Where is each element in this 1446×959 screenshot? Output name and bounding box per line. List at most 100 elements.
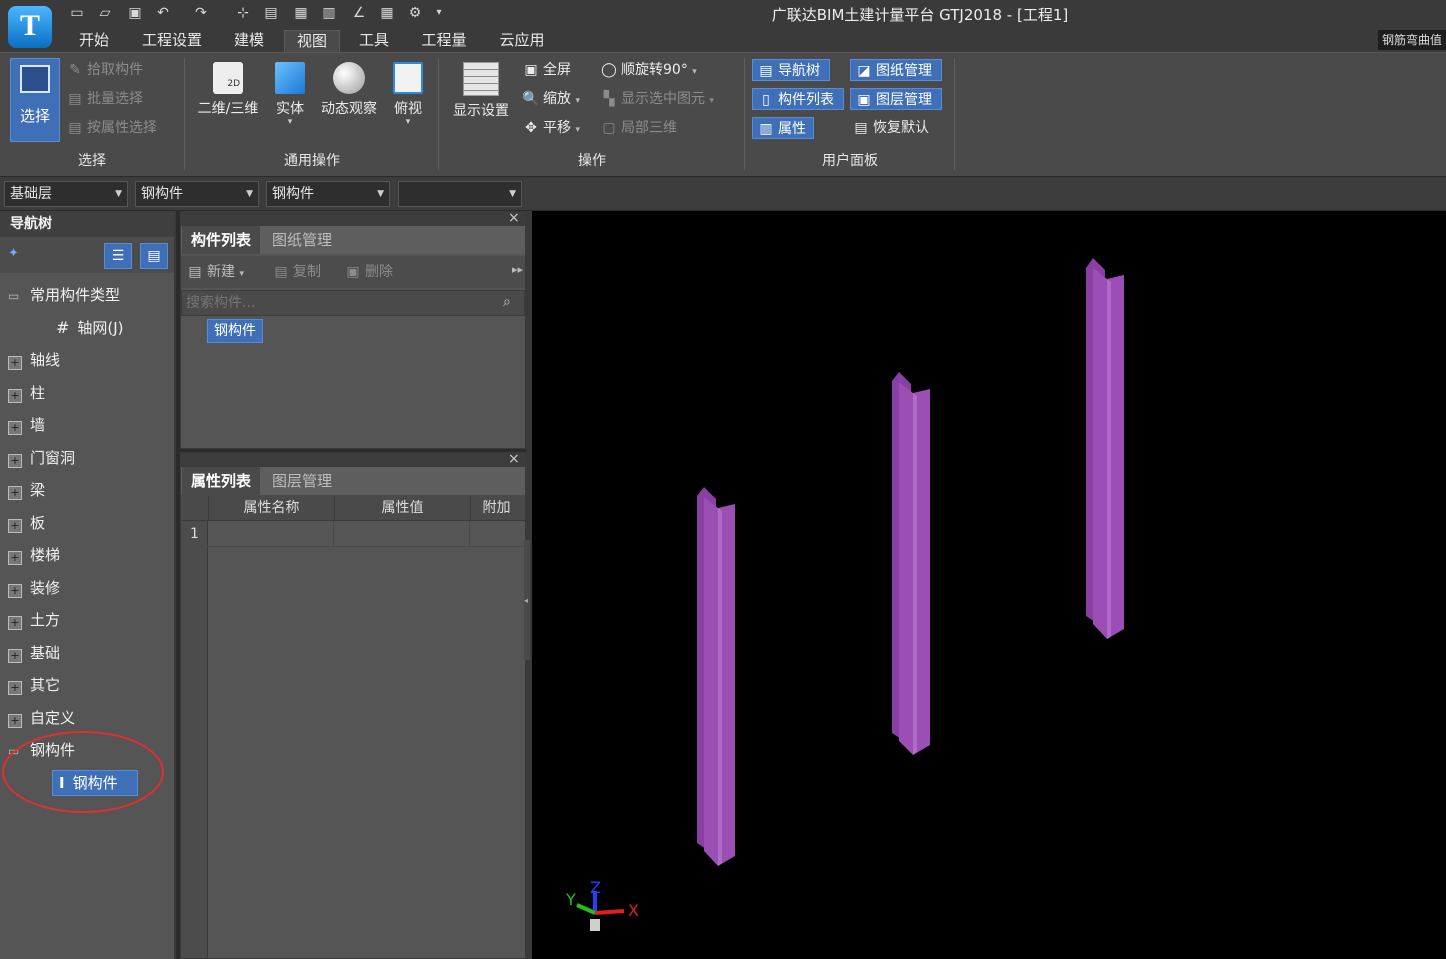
table-icon[interactable]: ▦ bbox=[378, 4, 396, 22]
properties-toggle[interactable]: ▥ 属性 bbox=[752, 117, 814, 139]
save-icon[interactable]: ▣ bbox=[126, 4, 144, 22]
more-actions-icon[interactable]: ▸▸ bbox=[512, 263, 523, 276]
property-name-cell[interactable] bbox=[208, 521, 334, 547]
column-header-extra[interactable]: 附加 bbox=[470, 496, 522, 520]
zoom-button[interactable]: 🔍 缩放 ▾ bbox=[522, 88, 580, 110]
display-settings-button[interactable]: 显示设置 bbox=[446, 62, 516, 120]
solid-button[interactable]: 实体 ▾ bbox=[270, 62, 310, 127]
sparkle-icon[interactable]: ✦ bbox=[8, 246, 19, 261]
drawing-manager-toggle[interactable]: ◪ 图纸管理 bbox=[850, 59, 942, 81]
pick-component-button[interactable]: ✎ 拾取构件 bbox=[66, 59, 143, 81]
pen-icon[interactable]: ∠ bbox=[350, 4, 368, 22]
rotate-90-button[interactable]: ◯ 顺旋转90° ▾ bbox=[600, 59, 697, 81]
tab-view[interactable]: 视图 bbox=[284, 30, 340, 52]
steel-member-1[interactable] bbox=[697, 487, 735, 866]
tree-item-custom[interactable]: + 自定义 bbox=[8, 705, 75, 731]
panel-view-icon[interactable]: ▤ bbox=[140, 243, 168, 269]
tab-modeling[interactable]: 建模 bbox=[224, 30, 274, 52]
redo-icon[interactable]: ↷ bbox=[192, 4, 210, 22]
copy-component-button[interactable]: ▤ 复制 bbox=[272, 261, 321, 283]
tree-item-slab[interactable]: + 板 bbox=[8, 510, 45, 536]
tab-project-settings[interactable]: 工程设置 bbox=[134, 30, 210, 52]
search-icon[interactable]: ⌕ bbox=[503, 294, 511, 310]
axis-gizmo bbox=[576, 891, 625, 931]
settings-icon[interactable]: ⚙ bbox=[406, 4, 424, 22]
component-select[interactable]: 钢构件 ▼ bbox=[266, 181, 390, 207]
tree-item-stair[interactable]: + 楼梯 bbox=[8, 542, 60, 568]
tree-item-decoration[interactable]: + 装修 bbox=[8, 575, 60, 601]
tree-group-common-types[interactable]: ▭ 常用构件类型 bbox=[8, 282, 120, 308]
rotate-icon: ◯ bbox=[601, 62, 617, 78]
pan-button[interactable]: ✥ 平移 ▾ bbox=[522, 117, 580, 139]
tree-item-wall[interactable]: + 墙 bbox=[8, 412, 45, 438]
tab-component-list[interactable]: 构件列表 bbox=[182, 226, 260, 254]
show-selected-label: 显示选中图元 bbox=[621, 91, 705, 107]
component-search-input[interactable] bbox=[181, 290, 525, 316]
component-list-toggle[interactable]: ▯ 构件列表 bbox=[752, 88, 844, 110]
category-select[interactable]: 钢构件 ▼ bbox=[135, 181, 259, 207]
app-logo-icon[interactable]: T bbox=[8, 6, 52, 48]
measure-icon[interactable]: ⊹ bbox=[234, 4, 252, 22]
tree-item-column[interactable]: + 柱 bbox=[8, 380, 45, 406]
viewport-canvas[interactable]: Y Z X bbox=[532, 211, 1446, 959]
nav-tree-toggle[interactable]: ▤ 导航树 bbox=[752, 59, 830, 81]
tab-layer-manager[interactable]: 图层管理 bbox=[262, 467, 342, 495]
tab-tools[interactable]: 工具 bbox=[350, 30, 398, 52]
layer-manager-toggle[interactable]: ▣ 图层管理 bbox=[850, 88, 942, 110]
close-icon[interactable]: × bbox=[508, 210, 520, 226]
tree-item-openings[interactable]: + 门窗洞 bbox=[8, 445, 75, 471]
orbit-button[interactable]: 动态观察 bbox=[316, 62, 382, 118]
3d-viewport[interactable]: Y Z X bbox=[532, 211, 1446, 959]
close-icon[interactable]: × bbox=[508, 451, 520, 467]
extra-select[interactable]: ▼ bbox=[398, 181, 522, 207]
new-component-button[interactable]: ▤ 新建 ▾ bbox=[186, 261, 244, 283]
list-view-icon[interactable]: ☰ bbox=[104, 243, 132, 269]
expand-icon: + bbox=[8, 584, 22, 598]
property-extra-cell[interactable] bbox=[470, 521, 522, 547]
tree-item-other[interactable]: + 其它 bbox=[8, 672, 60, 698]
toggle-2d-3d-button[interactable]: 2D 二维/三维 bbox=[192, 62, 264, 118]
column-header-property-name[interactable]: 属性名称 bbox=[208, 496, 334, 520]
tree-item-earthwork[interactable]: + 土方 bbox=[8, 607, 60, 633]
component-list-item[interactable]: 钢构件 bbox=[207, 319, 263, 343]
select-button[interactable]: 选择 bbox=[10, 58, 60, 142]
collapse-arrow-icon[interactable]: ◂ bbox=[524, 596, 528, 605]
show-selected-button[interactable]: ▚ 显示选中图元 ▾ bbox=[600, 88, 714, 110]
view-icon[interactable]: ▤ bbox=[262, 4, 280, 22]
customize-toolbar-icon[interactable]: ▾ bbox=[430, 4, 448, 22]
tree-item-foundation[interactable]: + 基础 bbox=[8, 640, 60, 666]
column-header-property-value[interactable]: 属性值 bbox=[334, 496, 470, 520]
steel-member-3[interactable] bbox=[1086, 258, 1124, 639]
delete-component-button[interactable]: ▣ 删除 bbox=[344, 261, 393, 283]
restore-default-button[interactable]: ▤ 恢复默认 bbox=[852, 117, 929, 139]
layer-icon[interactable]: ▥ bbox=[320, 4, 338, 22]
tab-quantity[interactable]: 工程量 bbox=[412, 30, 476, 52]
grid-view-icon[interactable]: ▦ bbox=[292, 4, 310, 22]
open-file-icon[interactable]: ▱ bbox=[96, 4, 114, 22]
tab-drawing-manager[interactable]: 图纸管理 bbox=[262, 226, 342, 254]
tree-item-beam[interactable]: + 梁 bbox=[8, 477, 45, 503]
local-3d-button[interactable]: ▢ 局部三维 bbox=[600, 117, 677, 139]
tree-item-axis[interactable]: + 轴线 bbox=[8, 347, 60, 373]
new-icon: ▤ bbox=[188, 264, 202, 280]
floor-select[interactable]: 基础层 ▼ bbox=[4, 181, 128, 207]
top-view-button[interactable]: 俯视 ▾ bbox=[388, 62, 428, 127]
show-selected-icon: ▚ bbox=[603, 91, 615, 107]
new-file-icon[interactable]: ▭ bbox=[68, 4, 86, 22]
tab-start[interactable]: 开始 bbox=[68, 30, 120, 52]
component-list-icon: ▯ bbox=[762, 92, 770, 108]
select-by-property-button[interactable]: ▤ 按属性选择 bbox=[66, 117, 157, 139]
table-row[interactable]: 1 bbox=[181, 521, 523, 547]
batch-select-button[interactable]: ▤ 批量选择 bbox=[66, 88, 143, 110]
undo-icon[interactable]: ↶ bbox=[154, 4, 172, 22]
property-value-cell[interactable] bbox=[334, 521, 470, 547]
fullscreen-button[interactable]: ▣ 全屏 bbox=[522, 59, 571, 81]
tab-property-list[interactable]: 属性列表 bbox=[182, 467, 260, 495]
toggle-2d-3d-label: 二维/三维 bbox=[197, 101, 259, 117]
tab-cloud-apps[interactable]: 云应用 bbox=[490, 30, 554, 52]
tree-item-axis-grid[interactable]: # 轴网(J) bbox=[56, 315, 124, 341]
annotation-circle bbox=[2, 731, 164, 813]
steel-member-2[interactable] bbox=[892, 372, 930, 755]
window-title: 广联达BIM土建计量平台 GTJ2018 - [工程1] bbox=[771, 6, 1069, 24]
top-right-badge[interactable]: 钢筋弯曲值 bbox=[1378, 30, 1446, 50]
